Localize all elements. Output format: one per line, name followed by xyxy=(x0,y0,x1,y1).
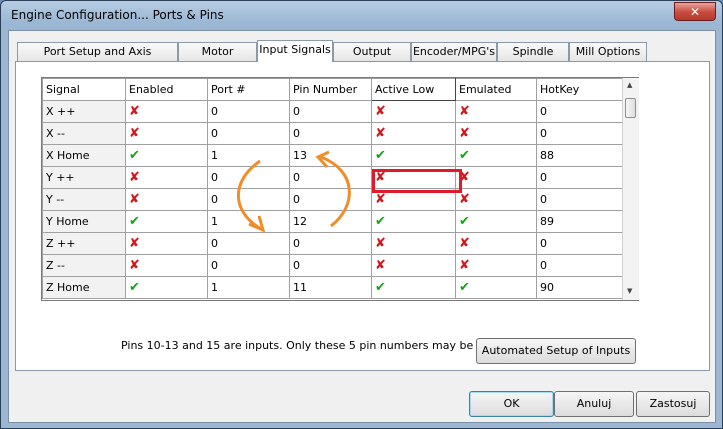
client-area: Port Setup and Axis Selection Motor Outp… xyxy=(8,30,716,423)
ok-button[interactable]: OK xyxy=(469,391,554,417)
orange-curved-arrow-left-icon xyxy=(237,159,262,231)
automated-setup-button[interactable]: Automated Setup of Inputs xyxy=(476,338,636,364)
title-bar[interactable]: Engine Configuration... Ports & Pins ✕ xyxy=(1,1,722,29)
window-title: Engine Configuration... Ports & Pins xyxy=(11,8,224,22)
orange-curved-arrow-right-icon xyxy=(320,155,351,228)
cancel-button[interactable]: Anuluj xyxy=(554,391,634,417)
dialog-window: Engine Configuration... Ports & Pins ✕ P… xyxy=(0,0,723,429)
annotation-arrows xyxy=(237,150,351,233)
close-button[interactable]: ✕ xyxy=(674,2,716,21)
tab-input-signals[interactable]: Input Signals xyxy=(257,40,333,62)
apply-button[interactable]: Zastosuj xyxy=(636,391,710,417)
